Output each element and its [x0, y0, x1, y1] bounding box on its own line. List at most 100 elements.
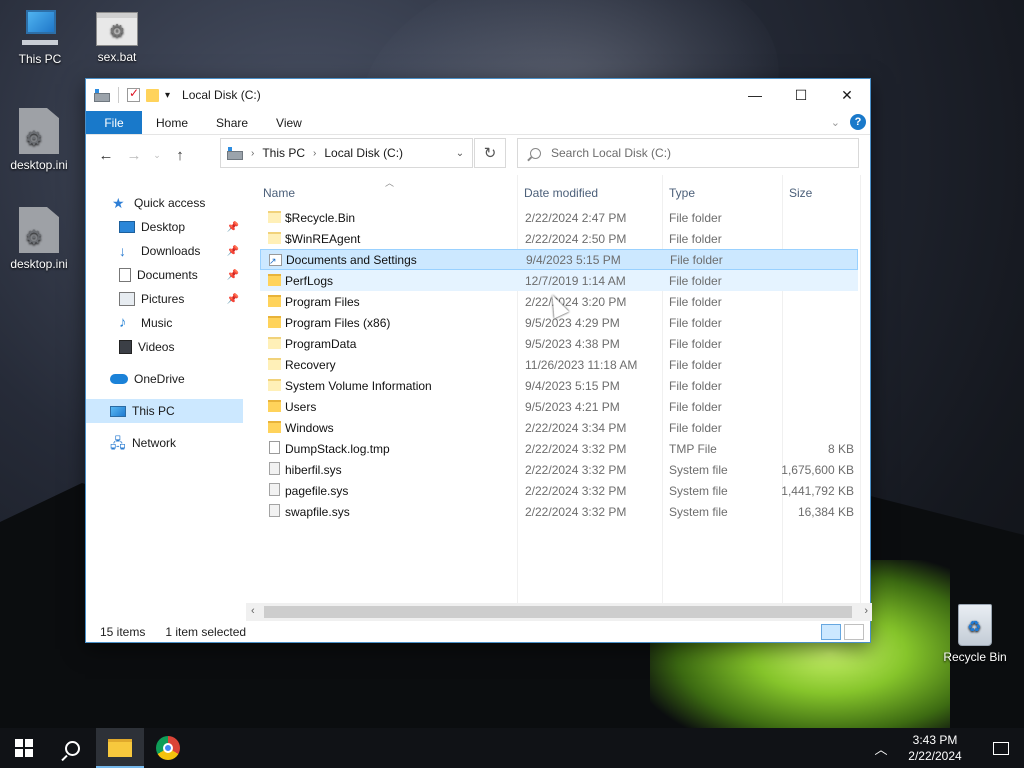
tab-view[interactable]: View — [262, 111, 316, 134]
action-center-button[interactable] — [978, 728, 1024, 768]
folder-icon — [268, 379, 281, 391]
tab-home[interactable]: Home — [142, 111, 202, 134]
search-box[interactable]: Search Local Disk (C:) — [517, 138, 859, 168]
clock[interactable]: 3:43 PM 2/22/2024 — [892, 732, 978, 764]
file-date-modified: 2/22/2024 3:20 PM — [525, 294, 627, 309]
pin-icon[interactable]: 📌 — [227, 246, 239, 257]
close-button[interactable]: ✕ — [824, 79, 870, 111]
desktop-icon-desktop-ini-1[interactable]: ⚙ desktop.ini — [0, 108, 79, 172]
scroll-left-icon[interactable]: ‹ — [251, 605, 255, 617]
file-row[interactable]: hiberfil.sys 2/22/2024 3:32 PM System file… — [260, 459, 858, 480]
sidebar-item-pictures[interactable]: Pictures 📌 — [86, 287, 243, 311]
refresh-button[interactable]: ↻ — [474, 138, 506, 168]
folder-icon — [268, 337, 281, 349]
scroll-right-icon[interactable]: › — [864, 605, 868, 617]
file-type: System file — [669, 483, 728, 498]
taskbar-chrome[interactable] — [144, 728, 192, 768]
file-row[interactable]: $WinREAgent 2/22/2024 2:50 PM File folder — [260, 228, 858, 249]
sidebar-item-desktop[interactable]: Desktop 📌 — [86, 215, 243, 239]
file-row[interactable]: Recovery 11/26/2023 11:18 AM File folder — [260, 354, 858, 375]
taskbar-search-button[interactable] — [48, 728, 96, 768]
ribbon-right-controls: ⌄ ? — [831, 114, 866, 130]
file-size: 8 KB — [827, 441, 854, 456]
breadcrumb-this-pc[interactable]: This PC — [262, 146, 305, 160]
sidebar-item-videos[interactable]: Videos — [86, 335, 243, 359]
help-icon[interactable]: ? — [850, 114, 866, 130]
file-name: PerfLogs — [285, 273, 334, 288]
toolbar-divider — [118, 87, 119, 103]
column-divider[interactable] — [860, 175, 861, 605]
sidebar-item-label: OneDrive — [134, 372, 185, 386]
desktop-icon-desktop-ini-2[interactable]: ⚙ desktop.ini — [0, 207, 79, 271]
desktop-icon-recycle-bin[interactable]: ♻ Recycle Bin — [935, 604, 1015, 664]
taskbar-file-explorer[interactable] — [96, 728, 144, 768]
file-row[interactable]: Users 9/5/2023 4:21 PM File folder — [260, 396, 858, 417]
file-row[interactable]: System Volume Information 9/4/2023 5:15 P… — [260, 375, 858, 396]
file-row[interactable]: DumpStack.log.tmp 2/22/2024 3:32 PM TMP Fi… — [260, 438, 858, 459]
file-type: System file — [669, 504, 728, 519]
file-explorer-icon — [108, 739, 132, 757]
details-view-icon[interactable] — [821, 624, 841, 640]
file-type: File folder — [669, 294, 722, 309]
start-button[interactable] — [0, 728, 48, 768]
column-header-type[interactable]: Type — [669, 181, 695, 205]
tab-share[interactable]: Share — [202, 111, 262, 134]
file-name: Windows — [285, 420, 334, 435]
horizontal-scrollbar[interactable]: ‹ › — [246, 603, 872, 621]
large-icons-view-icon[interactable] — [844, 624, 864, 640]
file-row[interactable]: pagefile.sys 2/22/2024 3:32 PM System file… — [260, 480, 858, 501]
music-icon: ♪ — [119, 314, 127, 331]
sidebar-item-network[interactable]: 🖧 Network — [86, 431, 243, 455]
file-row[interactable]: ProgramData 9/5/2023 4:38 PM File folder — [260, 333, 858, 354]
file-row[interactable]: Windows 2/22/2024 3:34 PM File folder — [260, 417, 858, 438]
file-row[interactable]: $Recycle.Bin 2/22/2024 2:47 PM File folder — [260, 207, 858, 228]
column-header-date-modified[interactable]: Date modified — [524, 181, 598, 205]
column-header-size[interactable]: Size — [789, 181, 812, 205]
title-bar[interactable]: ▾ Local Disk (C:) — ☐ ✕ — [86, 79, 870, 111]
properties-icon[interactable] — [127, 86, 140, 102]
new-folder-icon[interactable] — [146, 88, 159, 102]
file-name: Program Files — [285, 294, 360, 309]
scrollbar-thumb[interactable] — [264, 606, 852, 618]
maximize-button[interactable]: ☐ — [778, 79, 824, 111]
file-type: File folder — [669, 336, 722, 351]
address-bar[interactable]: › This PC › Local Disk (C:) ⌄ — [220, 138, 473, 168]
expand-ribbon-icon[interactable]: ⌄ — [831, 116, 840, 129]
recent-locations-button[interactable]: ⌄ — [150, 143, 164, 167]
sidebar-item-downloads[interactable]: ↓ Downloads 📌 — [86, 239, 243, 263]
pin-icon[interactable]: 📌 — [227, 294, 239, 305]
item-count: 15 items — [100, 625, 146, 639]
file-row[interactable]: swapfile.sys 2/22/2024 3:32 PM System file… — [260, 501, 858, 522]
customize-toolbar-icon[interactable]: ▾ — [165, 90, 170, 101]
file-type: File folder — [669, 399, 722, 414]
show-hidden-icons-icon[interactable]: ︿ — [870, 739, 892, 758]
window-title: Local Disk (C:) — [182, 88, 261, 102]
pin-icon[interactable]: 📌 — [227, 270, 239, 281]
forward-button[interactable]: → — [122, 143, 146, 167]
sidebar-item-this-pc[interactable]: This PC — [86, 399, 243, 423]
breadcrumb-local-disk[interactable]: Local Disk (C:) — [324, 146, 403, 160]
file-row[interactable]: Documents and Settings 9/4/2023 5:15 PM Fi… — [260, 249, 858, 270]
file-name: DumpStack.log.tmp — [285, 441, 390, 456]
desktop-folder-icon — [119, 221, 135, 233]
file-type: TMP File — [669, 441, 717, 456]
minimize-button[interactable]: — — [732, 79, 778, 111]
back-button[interactable]: ← — [94, 143, 118, 167]
search-placeholder[interactable]: Search Local Disk (C:) — [551, 146, 671, 160]
column-header-name[interactable]: Name — [263, 181, 295, 205]
breadcrumb-separator-icon[interactable]: › — [313, 148, 316, 159]
tab-file[interactable]: File — [86, 111, 142, 134]
address-dropdown-icon[interactable]: ⌄ — [448, 148, 472, 159]
system-tray: ︿ 3:43 PM 2/22/2024 — [870, 728, 1024, 768]
sidebar-item-music[interactable]: ♪ Music — [86, 311, 243, 335]
sidebar-item-onedrive[interactable]: OneDrive — [86, 367, 243, 391]
up-button[interactable]: ↑ — [168, 143, 192, 167]
sidebar-item-quick-access[interactable]: ★ Quick access — [86, 191, 243, 215]
breadcrumb-separator-icon[interactable]: › — [251, 148, 254, 159]
desktop-icon-batch-file[interactable]: ⚙ sex.bat — [77, 12, 157, 64]
sidebar-item-documents[interactable]: Documents 📌 — [86, 263, 243, 287]
file-row[interactable]: PerfLogs 12/7/2019 1:14 AM File folder — [260, 270, 858, 291]
sidebar-item-label: Desktop — [141, 220, 186, 234]
desktop-icon-this-pc[interactable]: This PC — [0, 8, 80, 66]
pin-icon[interactable]: 📌 — [227, 222, 239, 233]
